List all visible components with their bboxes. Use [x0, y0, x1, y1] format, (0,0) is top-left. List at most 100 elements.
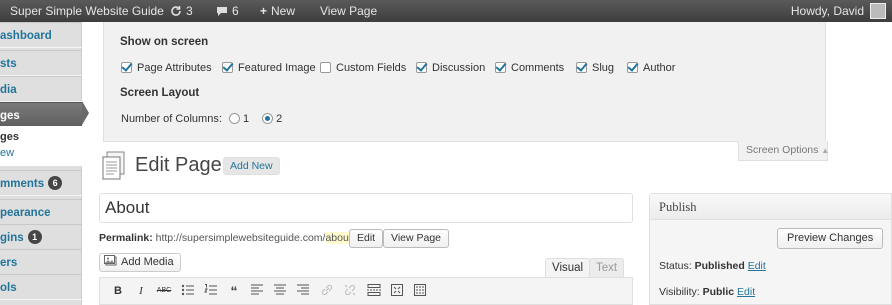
align-right-icon[interactable] — [295, 284, 311, 298]
sidebar-item-label: gins — [0, 232, 24, 244]
updates-count: 3 — [186, 4, 193, 18]
visibility-row: Visibility: Public Edit — [659, 286, 755, 298]
checkbox-label: Custom Fields — [336, 62, 407, 74]
checkbox-label: Discussion — [432, 62, 486, 74]
checkbox-label: Author — [643, 62, 676, 74]
sidebar-item-posts[interactable]: sts — [0, 50, 82, 76]
checkbox-comments[interactable]: Comments — [495, 61, 564, 75]
tab-text[interactable]: Text — [589, 258, 625, 277]
permalink-base: http://supersimplewebsiteguide.com/ — [155, 232, 326, 244]
columns-row: Number of Columns: 1 2 — [121, 112, 282, 126]
checkbox-icon — [222, 62, 233, 73]
radio-icon — [262, 113, 274, 124]
sidebar-item-pages[interactable]: ges — [0, 102, 82, 128]
permalink-row: Permalink: http://supersimplewebsiteguid… — [99, 232, 355, 244]
checkbox-icon — [320, 62, 331, 73]
status-value: Published — [694, 260, 745, 272]
view-page-link[interactable]: View Page — [320, 0, 377, 22]
align-left-icon[interactable] — [249, 284, 265, 298]
bullet-list-icon[interactable] — [180, 284, 196, 298]
sidebar-item-appearance[interactable]: pearance — [0, 199, 82, 225]
howdy-account[interactable]: Howdy, David — [791, 0, 864, 22]
checkbox-discussion[interactable]: Discussion — [416, 61, 485, 75]
add-media-button[interactable]: Add Media — [99, 253, 181, 272]
sidebar-item-users[interactable]: ers — [0, 249, 82, 275]
radio-label: 2 — [276, 113, 283, 125]
sidebar-item-plugins[interactable]: gins 1 — [0, 224, 82, 250]
comments-badge: 6 — [48, 176, 63, 190]
sidebar-item-label: ers — [0, 257, 18, 269]
pages-submenu: ges ew — [0, 126, 82, 166]
sidebar-item-label: dia — [0, 84, 17, 96]
view-page-button[interactable]: View Page — [383, 229, 450, 248]
screen-options-panel: Show on screen Page Attributes Featured … — [103, 22, 826, 142]
radio-columns-2[interactable]: 2 — [258, 113, 282, 125]
permalink-slug[interactable]: about — [325, 232, 352, 244]
refresh-icon — [171, 6, 181, 16]
fullscreen-icon[interactable] — [389, 284, 405, 298]
italic-button[interactable]: I — [133, 284, 149, 298]
checkbox-icon — [576, 62, 587, 73]
editor-toolbar: B I ABC “ — [99, 277, 633, 305]
bold-button[interactable]: B — [110, 284, 126, 298]
new-content-link[interactable]: + New — [260, 0, 295, 22]
screen-options-label: Screen Options — [746, 144, 819, 156]
show-on-screen-heading: Show on screen — [120, 36, 209, 48]
sidebar-item-label: ols — [0, 282, 17, 294]
align-center-icon[interactable] — [272, 284, 288, 298]
comments-link[interactable]: 6 — [216, 0, 239, 22]
link-icon[interactable] — [319, 284, 335, 298]
checkbox-custom-fields[interactable]: Custom Fields — [320, 61, 406, 75]
sidebar-item-tools[interactable]: ols — [0, 274, 82, 300]
visibility-value: Public — [702, 286, 735, 298]
checkbox-icon — [121, 62, 132, 73]
pages-icon — [102, 151, 125, 180]
kitchen-sink-icon[interactable] — [412, 284, 428, 298]
blockquote-icon[interactable]: “ — [226, 284, 242, 298]
checkbox-featured-image[interactable]: Featured Image — [222, 61, 316, 75]
radio-icon — [228, 113, 240, 124]
avatar[interactable] — [870, 3, 886, 19]
edit-status-link[interactable]: Edit — [748, 260, 766, 272]
sidebar-item-label: ashboard — [0, 30, 52, 42]
admin-bar: Super Simple Website Guide 3 6 + New View… — [0, 0, 892, 22]
post-title-input[interactable]: About — [99, 193, 633, 223]
checkbox-slug[interactable]: Slug — [576, 61, 614, 75]
read-more-icon[interactable] — [366, 284, 382, 298]
edit-visibility-link[interactable]: Edit — [737, 286, 755, 298]
new-label: New — [271, 4, 296, 18]
numbered-list-icon[interactable] — [203, 284, 219, 298]
comments-count: 6 — [232, 4, 239, 18]
strikethrough-button[interactable]: ABC — [156, 284, 172, 298]
current-menu-arrow — [82, 101, 89, 125]
page-title: Edit Page — [135, 154, 222, 176]
admin-sidebar: ashboard sts dia ges mments 6 pearance gi… — [0, 22, 82, 305]
screen-options-tab[interactable]: Screen Options ▲ — [738, 141, 829, 161]
sidebar-item-media[interactable]: dia — [0, 76, 82, 102]
checkbox-author[interactable]: Author — [627, 61, 675, 75]
updates-link[interactable]: 3 — [170, 0, 193, 22]
permalink-label: Permalink: — [99, 232, 153, 244]
checkbox-page-attributes[interactable]: Page Attributes — [121, 61, 212, 75]
checkbox-label: Featured Image — [238, 62, 316, 74]
add-new-button[interactable]: Add New — [223, 157, 280, 175]
comment-bubble-icon — [217, 7, 227, 16]
status-row: Status: Published Edit — [659, 260, 766, 272]
edit-permalink-button[interactable]: Edit — [349, 229, 384, 248]
sidebar-item-label: ges — [0, 110, 20, 122]
sidebar-item-label: sts — [0, 58, 17, 70]
unlink-icon[interactable] — [342, 284, 358, 298]
preview-changes-button[interactable]: Preview Changes — [777, 228, 884, 249]
submenu-item-add-new[interactable]: ew — [0, 146, 82, 160]
site-name-link[interactable]: Super Simple Website Guide — [10, 0, 164, 22]
plugins-badge: 1 — [27, 230, 42, 244]
plus-icon: + — [260, 4, 268, 18]
columns-label: Number of Columns: — [121, 113, 222, 125]
status-label: Status: — [659, 260, 692, 272]
sidebar-item-dashboard[interactable]: ashboard — [0, 22, 82, 48]
publish-heading[interactable]: Publish — [650, 194, 891, 220]
submenu-item-all-pages[interactable]: ges — [0, 130, 82, 144]
tab-visual[interactable]: Visual — [545, 258, 591, 277]
sidebar-item-comments[interactable]: mments 6 — [0, 170, 82, 196]
radio-columns-1[interactable]: 1 — [225, 113, 249, 125]
